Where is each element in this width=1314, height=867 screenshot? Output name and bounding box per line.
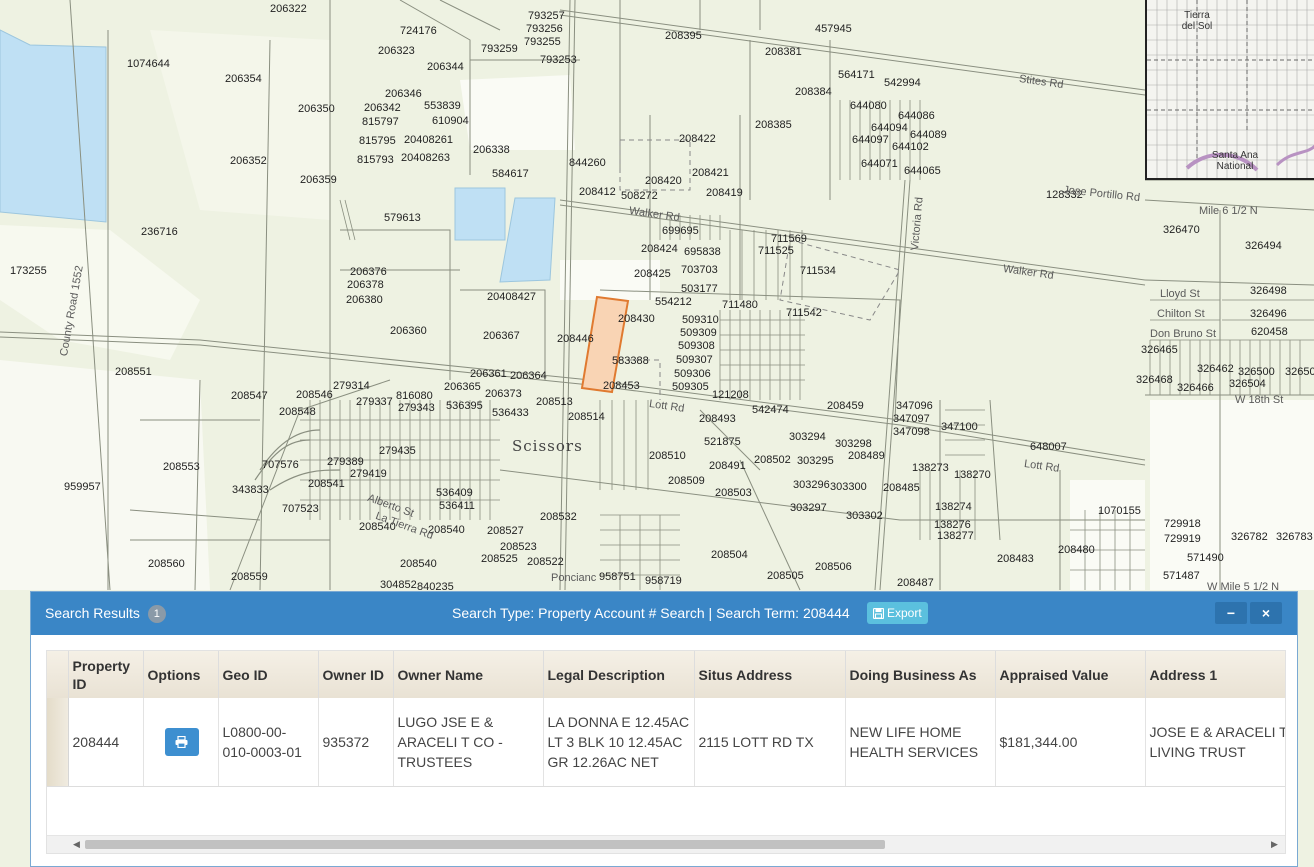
cell-options — [143, 698, 219, 787]
overview-map[interactable]: Tierra del Sol Santa Ana National — [1145, 0, 1314, 180]
header-select — [47, 651, 69, 698]
print-icon — [175, 736, 188, 748]
header-options[interactable]: Options — [143, 651, 219, 698]
results-title: Search Results 1 — [45, 605, 166, 623]
cell-doing-business-as: NEW LIFE HOME HEALTH SERVICES — [845, 698, 996, 787]
scroll-right-icon[interactable]: ▶ — [1271, 839, 1278, 850]
header-situs-address[interactable]: Situs Address — [694, 651, 846, 698]
scroll-left-icon[interactable]: ◀ — [73, 839, 80, 850]
search-results-panel: Search Results 1 Search Type: Property A… — [30, 591, 1298, 867]
header-geo-id[interactable]: Geo ID — [218, 651, 319, 698]
cell-legal-description: LA DONNA E 12.45AC LT 3 BLK 10 12.45AC G… — [543, 698, 695, 787]
table-header-row: Property ID Options Geo ID Owner ID Owne… — [47, 651, 1285, 698]
results-table-container[interactable]: Property ID Options Geo ID Owner ID Owne… — [46, 650, 1286, 854]
row-select-handle[interactable] — [47, 698, 69, 787]
cell-owner-id: 935372 — [318, 698, 394, 787]
horizontal-scrollbar[interactable]: ◀ ▶ — [47, 835, 1285, 853]
header-doing-business-as[interactable]: Doing Business As — [845, 651, 996, 698]
header-property-id[interactable]: Property ID — [68, 651, 144, 698]
header-legal-description[interactable]: Legal Description — [543, 651, 695, 698]
export-label: Export — [887, 606, 922, 620]
close-button[interactable]: × — [1250, 602, 1282, 624]
save-icon — [873, 607, 884, 619]
results-count-badge: 1 — [147, 605, 166, 623]
header-owner-id[interactable]: Owner ID — [318, 651, 394, 698]
cell-address-1: JOSE E & ARACELI T LUGO LIVING TRUST — [1145, 698, 1285, 787]
cell-geo-id: L0800-00-010-0003-01 — [218, 698, 319, 787]
panel-header: Search Results 1 Search Type: Property A… — [31, 592, 1297, 635]
town-label: Scissors — [512, 437, 583, 455]
table-row[interactable]: 208444 L0800-00-010-0003-01 935372 LUGO … — [47, 698, 1285, 787]
scrollbar-thumb[interactable] — [85, 840, 885, 849]
print-button[interactable] — [164, 728, 199, 756]
header-address-1[interactable]: Address 1 — [1145, 651, 1285, 698]
results-table: Property ID Options Geo ID Owner ID Owne… — [47, 651, 1285, 787]
search-info: Search Type: Property Account # Search |… — [452, 605, 850, 621]
overview-label-1: Tierra del Sol — [1181, 10, 1213, 32]
header-appraised-value[interactable]: Appraised Value — [995, 651, 1146, 698]
cell-situs-address: 2115 LOTT RD TX — [694, 698, 846, 787]
header-owner-name[interactable]: Owner Name — [393, 651, 544, 698]
export-button[interactable]: Export — [867, 602, 928, 624]
results-title-text: Search Results — [45, 605, 140, 621]
minimize-button[interactable]: − — [1215, 602, 1247, 624]
cell-appraised-value: $181,344.00 — [995, 698, 1146, 787]
cell-property-id: 208444 — [68, 698, 144, 787]
overview-label-2: Santa Ana National — [1211, 150, 1259, 172]
cell-owner-name: LUGO JSE E & ARACELI T CO - TRUSTEES — [393, 698, 544, 787]
